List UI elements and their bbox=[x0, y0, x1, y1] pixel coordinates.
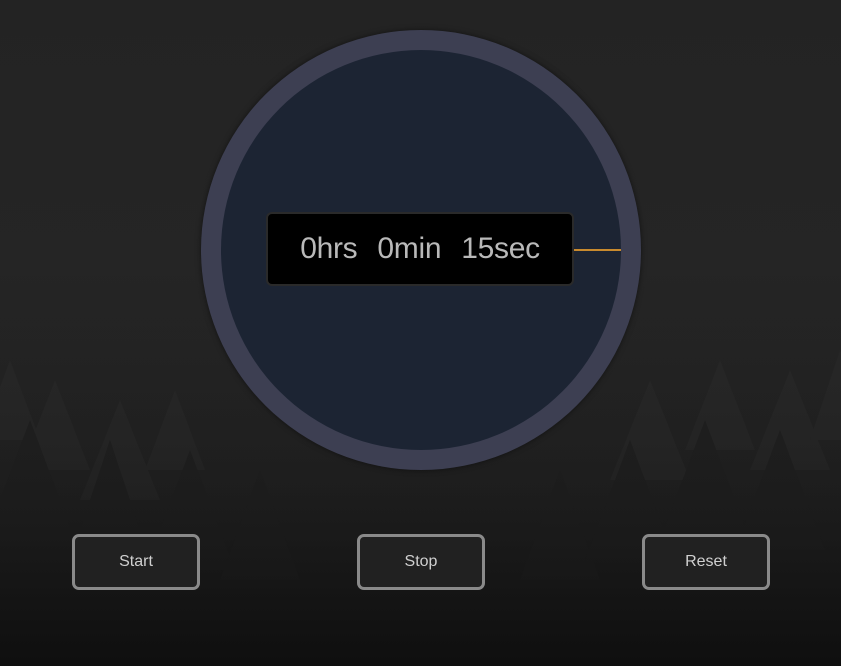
time-display: 0hrs 0min 15sec bbox=[266, 212, 574, 286]
reset-button[interactable]: Reset bbox=[642, 534, 770, 590]
start-button[interactable]: Start bbox=[72, 534, 200, 590]
stop-button[interactable]: Stop bbox=[357, 534, 485, 590]
hours-readout: 0hrs bbox=[300, 232, 358, 265]
seconds-readout: 15sec bbox=[461, 232, 540, 265]
minutes-readout: 0min bbox=[377, 232, 442, 265]
